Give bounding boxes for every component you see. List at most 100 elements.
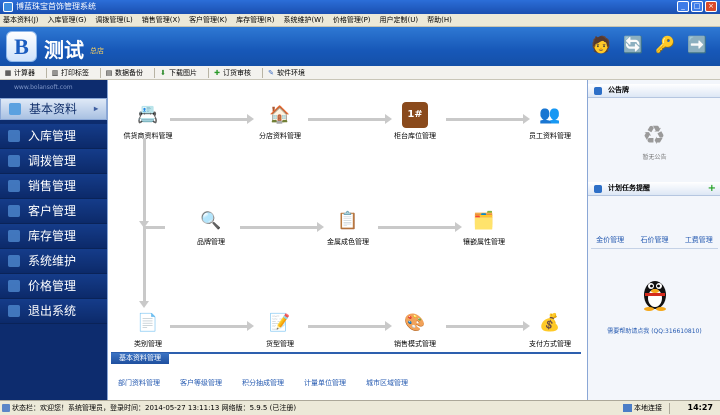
tab-gold-price[interactable]: 金价管理 bbox=[596, 235, 624, 245]
status-text: 状态栏：欢迎您！系统管理员，登录时间：2014-05-27 13:11:13 网… bbox=[12, 404, 297, 412]
counter-icon: 1# bbox=[402, 102, 428, 128]
inventory-icon bbox=[8, 230, 20, 242]
flow-arrow-down bbox=[139, 138, 149, 228]
wrench-icon: ✎ bbox=[268, 68, 274, 77]
brand-node[interactable]: 🔍 品牌管理 bbox=[171, 208, 251, 247]
plus-icon: ✚ bbox=[214, 68, 220, 77]
folder-icon bbox=[9, 103, 21, 115]
brand-title: 测试 bbox=[44, 38, 84, 62]
notice-icon bbox=[594, 87, 602, 95]
sidebar-item-transfer[interactable]: 调拨管理 bbox=[0, 149, 107, 174]
menu-price[interactable]: 价格管理(P) bbox=[333, 15, 371, 25]
title-bar: 博蓝珠宝首饰管理系统 _ □ × bbox=[0, 0, 720, 14]
house-icon: 🏠 bbox=[269, 105, 291, 125]
recycle-icon: ♻ bbox=[642, 121, 666, 151]
right-panel: 公告牌 ♻ 暂无公告 计划任务提醒 + 金价管理 石价管理 工费管理 需要帮助请点… bbox=[587, 80, 720, 400]
flow-arrow-down bbox=[139, 228, 149, 308]
sidebar-item-basic-data[interactable]: 基本资料 ▸ bbox=[0, 98, 107, 120]
clipboard-icon: 📋 bbox=[337, 211, 359, 231]
sales-mode-node[interactable]: 🎨 销售模式管理 bbox=[375, 310, 455, 349]
menu-transfer[interactable]: 调拨管理(L) bbox=[95, 15, 132, 25]
order-review-button[interactable]: ✚ 订货审核 bbox=[213, 68, 251, 78]
website-url: www.bolansoft.com bbox=[14, 84, 73, 91]
connection-status: 本地连接 bbox=[623, 401, 662, 415]
plan-header: 计划任务提醒 + bbox=[588, 182, 720, 196]
refresh-icon[interactable]: 🔄 bbox=[622, 33, 644, 57]
inlay-node[interactable]: 🗂️ 镶嵌属性管理 bbox=[444, 208, 524, 247]
flow-arrow bbox=[170, 321, 254, 331]
no-notice-text: 暂无公告 bbox=[642, 154, 667, 161]
tab-labor-cost[interactable]: 工费管理 bbox=[685, 235, 713, 245]
sidebar: www.bolansoft.com 基本资料 ▸ 入库管理 调拨管理 销售管理 客… bbox=[0, 80, 107, 400]
exit-arrow-icon[interactable]: ➡️ bbox=[686, 33, 708, 57]
menu-sales[interactable]: 销售管理(X) bbox=[142, 15, 180, 25]
backup-button[interactable]: ▤ 数据备份 bbox=[105, 68, 143, 78]
counter-node[interactable]: 1# 柜台库位管理 bbox=[375, 102, 455, 141]
product-type-node[interactable]: 📝 货型管理 bbox=[240, 310, 320, 349]
qq-penguin-icon[interactable] bbox=[640, 275, 670, 311]
flow-arrow bbox=[170, 114, 254, 124]
download-icon: ⬇ bbox=[160, 68, 166, 77]
users-icon: 👥 bbox=[539, 105, 561, 125]
minimize-button[interactable]: _ bbox=[677, 1, 689, 12]
staff-node[interactable]: 👥 员工资料管理 bbox=[510, 102, 590, 141]
menu-help[interactable]: 帮助(H) bbox=[427, 15, 452, 25]
network-icon bbox=[623, 404, 632, 412]
environment-button[interactable]: ✎ 软件环境 bbox=[267, 68, 305, 78]
main-flow-panel: 📇 供货商资料管理 🏠 分店资料管理 1# 柜台库位管理 👥 员工资料管理 🔍 品牌管理 … bbox=[107, 80, 587, 400]
sidebar-item-exit[interactable]: 退出系统 bbox=[0, 299, 107, 324]
department-link[interactable]: 部门资料管理 bbox=[118, 378, 160, 388]
add-plan-icon[interactable]: + bbox=[708, 182, 716, 195]
calculator-icon: ▦ bbox=[4, 68, 12, 77]
print-label-button[interactable]: ▥ 打印标签 bbox=[51, 68, 89, 78]
pencil-note-icon: 📝 bbox=[269, 313, 291, 333]
menu-custom[interactable]: 用户定制(U) bbox=[380, 15, 419, 25]
help-link[interactable]: 需要帮助请点我 (QQ:316610810) bbox=[588, 326, 720, 335]
customer-level-link[interactable]: 客户等级管理 bbox=[180, 378, 222, 388]
status-icon bbox=[2, 404, 10, 412]
section-tab: 基本资料管理 bbox=[111, 353, 169, 364]
brand-icon: 🔍 bbox=[200, 211, 222, 231]
city-region-link[interactable]: 城市区域管理 bbox=[366, 378, 408, 388]
transfer-icon bbox=[8, 155, 20, 167]
menu-inbound[interactable]: 入库管理(G) bbox=[48, 15, 87, 25]
app-icon bbox=[3, 2, 13, 12]
sidebar-item-customer[interactable]: 客户管理 bbox=[0, 199, 107, 224]
points-commission-link[interactable]: 积分抽成管理 bbox=[242, 378, 284, 388]
menu-bar: 基本资料(J) 入库管理(G) 调拨管理(L) 销售管理(X) 客户管理(K) … bbox=[0, 14, 720, 27]
key-icon[interactable]: 🔑 bbox=[654, 33, 676, 57]
payment-node[interactable]: 💰 支付方式管理 bbox=[510, 310, 590, 349]
calculator-button[interactable]: ▦ 计算器 bbox=[4, 68, 35, 78]
tab-stone-price[interactable]: 石价管理 bbox=[640, 235, 668, 245]
menu-inventory[interactable]: 库存管理(R) bbox=[236, 15, 274, 25]
window-title: 博蓝珠宝首饰管理系统 bbox=[16, 2, 96, 11]
flow-arrow bbox=[240, 222, 324, 232]
sidebar-item-price[interactable]: 价格管理 bbox=[0, 274, 107, 299]
unit-link[interactable]: 计量单位管理 bbox=[304, 378, 346, 388]
store-node[interactable]: 🏠 分店资料管理 bbox=[240, 102, 320, 141]
calendar-icon bbox=[594, 185, 602, 193]
maximize-button[interactable]: □ bbox=[691, 1, 703, 12]
menu-basic-data[interactable]: 基本资料(J) bbox=[3, 15, 39, 25]
user-switch-icon[interactable]: 🧑 bbox=[590, 33, 612, 57]
sidebar-item-system[interactable]: 系统维护 bbox=[0, 249, 107, 274]
category-node[interactable]: 📄 类别管理 bbox=[108, 310, 188, 349]
metal-node[interactable]: 📋 金属成色管理 bbox=[308, 208, 388, 247]
sidebar-item-sales[interactable]: 销售管理 bbox=[0, 174, 107, 199]
menu-system[interactable]: 系统维护(W) bbox=[283, 15, 323, 25]
supplier-icon: 📇 bbox=[137, 105, 159, 125]
download-image-button[interactable]: ⬇ 下载图片 bbox=[159, 68, 197, 78]
inlay-icon: 🗂️ bbox=[473, 211, 495, 231]
menu-customer[interactable]: 客户管理(K) bbox=[189, 15, 227, 25]
category-icon: 📄 bbox=[137, 313, 159, 333]
sales-icon bbox=[8, 180, 20, 192]
sidebar-item-inbound[interactable]: 入库管理 bbox=[0, 124, 107, 149]
clock: 14:27 bbox=[687, 403, 713, 412]
sidebar-item-inventory[interactable]: 库存管理 bbox=[0, 224, 107, 249]
barcode-icon: ▥ bbox=[51, 68, 59, 77]
supplier-node[interactable]: 📇 供货商资料管理 bbox=[108, 102, 188, 141]
system-icon bbox=[8, 255, 20, 267]
customer-icon bbox=[8, 205, 20, 217]
close-button[interactable]: × bbox=[705, 1, 717, 12]
price-icon bbox=[8, 280, 20, 292]
